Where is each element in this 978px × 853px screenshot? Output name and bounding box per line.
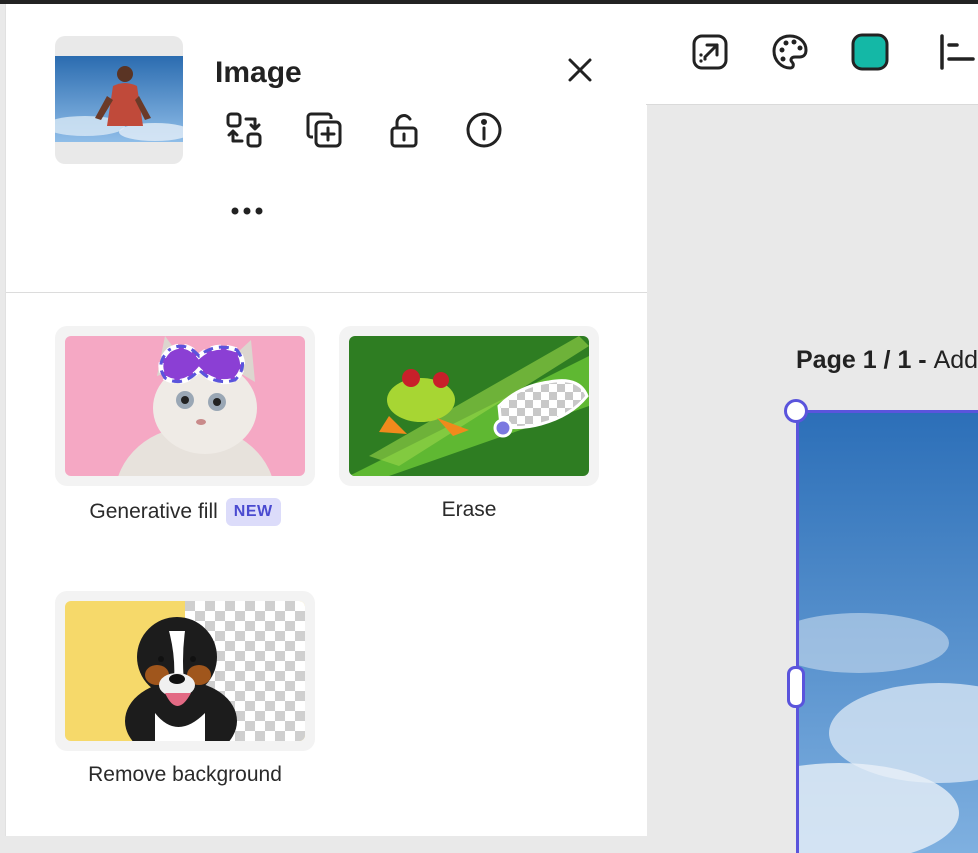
animate-icon xyxy=(692,34,728,70)
image-actions-toolbar xyxy=(224,110,504,150)
generative-fill-tool[interactable]: Generative fill NEW xyxy=(55,326,315,526)
image-properties-panel: Image Generative fill NEW Erase Remove b… xyxy=(5,4,647,836)
remove-background-label: Remove background xyxy=(55,763,315,787)
replace-icon xyxy=(226,112,262,148)
resize-handle-corner[interactable] xyxy=(784,399,808,423)
info-icon xyxy=(466,112,502,148)
remove-background-card[interactable] xyxy=(55,591,315,751)
canvas-toolbar xyxy=(646,4,978,105)
panel-divider xyxy=(6,292,647,293)
erase-card[interactable] xyxy=(339,326,599,486)
unlock-icon xyxy=(390,114,418,148)
align-button[interactable] xyxy=(934,30,978,74)
page-label[interactable]: Page 1 / 1 - Add title xyxy=(796,346,978,375)
palette-icon xyxy=(772,34,808,70)
generative-fill-card[interactable] xyxy=(55,326,315,486)
remove-background-tool[interactable]: Remove background xyxy=(55,591,315,787)
panel-title: Image xyxy=(215,56,302,89)
palette-button[interactable] xyxy=(768,30,812,74)
info-button[interactable] xyxy=(464,110,504,150)
erase-preview xyxy=(349,336,589,476)
image-thumbnail xyxy=(55,36,183,164)
erase-tool[interactable]: Erase xyxy=(339,326,599,522)
new-badge: NEW xyxy=(225,498,281,526)
erase-text: Erase xyxy=(441,498,497,521)
generative-fill-preview xyxy=(65,336,305,476)
animate-button[interactable] xyxy=(688,30,732,74)
erase-label: Erase xyxy=(339,498,599,522)
more-icon xyxy=(231,207,263,215)
align-icon xyxy=(940,34,975,70)
canvas-photo xyxy=(799,413,978,853)
duplicate-icon xyxy=(306,112,342,148)
close-icon xyxy=(568,58,592,82)
remove-background-preview xyxy=(65,601,305,741)
selected-image-on-canvas[interactable] xyxy=(796,410,978,853)
generative-fill-text: Generative fill xyxy=(89,500,218,523)
page-indicator: Page 1 / 1 - xyxy=(796,346,934,374)
color-swatch xyxy=(851,33,889,71)
lock-button[interactable] xyxy=(384,110,424,150)
generative-fill-label: Generative fill NEW xyxy=(55,498,315,526)
close-button[interactable] xyxy=(562,52,598,88)
remove-background-text: Remove background xyxy=(88,763,282,786)
more-options-button[interactable] xyxy=(227,194,267,228)
duplicate-button[interactable] xyxy=(304,110,344,150)
color-swatch-button[interactable] xyxy=(848,30,892,74)
thumbnail-photo xyxy=(55,56,183,142)
replace-button[interactable] xyxy=(224,110,264,150)
resize-handle-side[interactable] xyxy=(787,666,805,708)
page-title-placeholder[interactable]: Add title xyxy=(934,346,978,374)
